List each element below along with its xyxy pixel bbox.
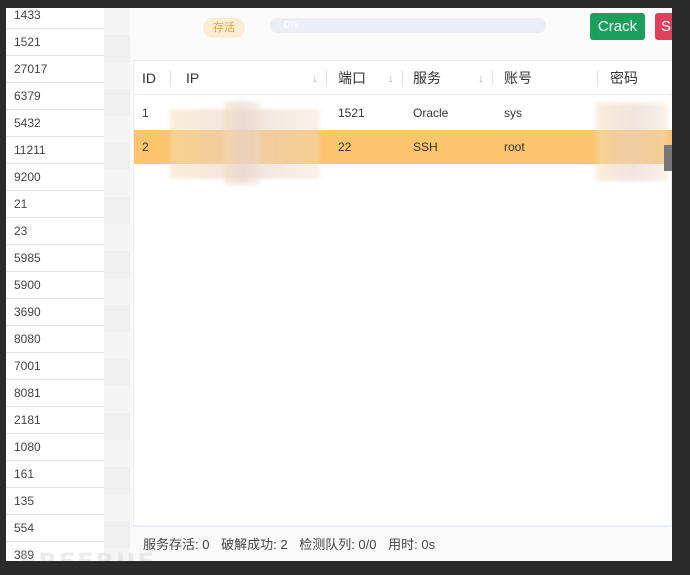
- port-item[interactable]: 1080: [6, 434, 104, 461]
- redaction-mask: [596, 103, 668, 181]
- port-item[interactable]: 8081: [6, 380, 104, 407]
- sort-arrow-icon[interactable]: ↓: [388, 61, 394, 95]
- col-divider: [326, 70, 327, 86]
- scrollbar-thumb[interactable]: [664, 145, 672, 171]
- port-item[interactable]: 161: [6, 461, 104, 488]
- port-item[interactable]: 5985: [6, 245, 104, 272]
- col-port[interactable]: 端口: [338, 61, 366, 95]
- progress-bar: 0%: [270, 18, 546, 33]
- port-list: 1433 1521 27017 6379 5432 11211 9200 21 …: [6, 8, 104, 561]
- col-divider: [597, 70, 598, 86]
- port-item[interactable]: 21: [6, 191, 104, 218]
- port-item[interactable]: 1433: [6, 8, 104, 29]
- list-gutter: [104, 8, 130, 561]
- table-header: ID IP ↓ 端口 ↓ 服务 ↓ 账号 密码: [134, 61, 672, 95]
- status-time: 用时: 0s: [388, 537, 436, 552]
- port-item[interactable]: 6379: [6, 83, 104, 110]
- port-item[interactable]: 11211: [6, 137, 104, 164]
- status-bar: 服务存活: 0 破解成功: 2 检测队列: 0/0 用时: 0s: [133, 526, 672, 561]
- sort-arrow-icon[interactable]: ↓: [478, 61, 484, 95]
- status-queue: 检测队列: 0/0: [299, 537, 377, 552]
- port-item[interactable]: 5900: [6, 272, 104, 299]
- port-item[interactable]: 3690: [6, 299, 104, 326]
- col-password[interactable]: 密码: [610, 61, 638, 95]
- sort-arrow-icon[interactable]: ↓: [312, 61, 318, 95]
- port-item[interactable]: 8080: [6, 326, 104, 353]
- col-id[interactable]: ID: [142, 61, 156, 95]
- stop-button[interactable]: S: [655, 13, 672, 40]
- port-item[interactable]: 7001: [6, 353, 104, 380]
- status-cracked: 破解成功: 2: [221, 537, 288, 552]
- col-ip[interactable]: IP: [186, 61, 199, 95]
- col-divider: [492, 70, 493, 86]
- crack-button[interactable]: Crack: [590, 13, 645, 40]
- alive-tag[interactable]: 存活: [203, 18, 245, 38]
- cell-account: root: [504, 140, 525, 154]
- progress-text: 0%: [284, 20, 299, 31]
- col-divider: [170, 70, 171, 86]
- port-item[interactable]: 5432: [6, 110, 104, 137]
- redaction-mask: [224, 101, 260, 185]
- cell-service: SSH: [413, 140, 438, 154]
- cell-account: sys: [504, 106, 522, 120]
- col-account[interactable]: 账号: [504, 61, 532, 95]
- toolbar: 存活 0% Crack S: [130, 8, 672, 60]
- cell-id: 1: [142, 106, 149, 120]
- port-item[interactable]: 9200: [6, 164, 104, 191]
- col-service[interactable]: 服务: [413, 61, 441, 95]
- cell-port: 1521: [338, 106, 365, 120]
- port-item[interactable]: 135: [6, 488, 104, 515]
- app-window: 1433 1521 27017 6379 5432 11211 9200 21 …: [6, 8, 672, 561]
- results-table: ID IP ↓ 端口 ↓ 服务 ↓ 账号 密码 1 1521 Oracle sy…: [133, 60, 672, 526]
- cell-service: Oracle: [413, 106, 449, 120]
- port-item[interactable]: 554: [6, 515, 104, 542]
- port-item[interactable]: 23: [6, 218, 104, 245]
- col-divider: [402, 70, 403, 86]
- cell-port: 22: [338, 140, 352, 154]
- port-item[interactable]: 27017: [6, 56, 104, 83]
- port-item[interactable]: 2181: [6, 407, 104, 434]
- port-item[interactable]: 1521: [6, 29, 104, 56]
- cell-id: 2: [142, 140, 149, 154]
- watermark-logo: FREEBUF: [20, 548, 156, 561]
